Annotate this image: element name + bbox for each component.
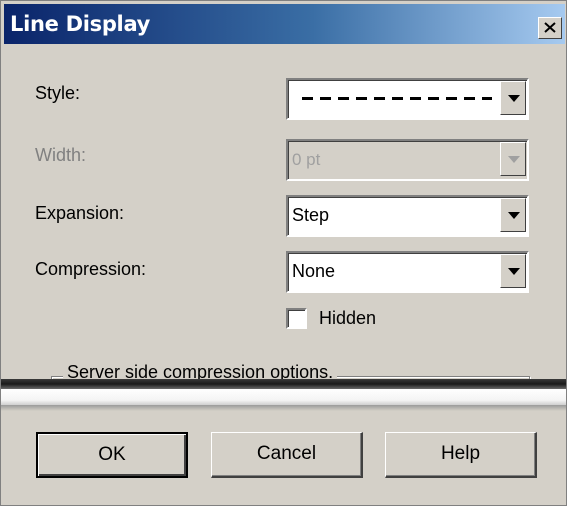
cut-separator-shadow (1, 405, 566, 411)
close-button[interactable] (538, 17, 562, 39)
style-label: Style: (35, 83, 81, 103)
close-icon (544, 22, 556, 33)
cancel-button[interactable]: Cancel (211, 432, 363, 478)
window-title: Line Display (10, 12, 151, 36)
cut-separator-dark (1, 379, 566, 389)
compression-select[interactable]: None (286, 251, 529, 293)
expansion-label: Expansion: (35, 203, 125, 223)
chevron-down-icon (508, 156, 520, 163)
width-value: 0 pt (292, 150, 321, 169)
expansion-value: Step (292, 205, 330, 225)
cut-separator-gap (1, 389, 566, 405)
expansion-dropdown-button[interactable] (500, 198, 526, 232)
compression-value: None (292, 261, 336, 281)
hidden-checkbox-label[interactable]: Hidden (319, 308, 376, 329)
ok-button[interactable]: OK (36, 432, 188, 478)
expansion-select[interactable]: Step (286, 195, 529, 237)
style-select[interactable] (286, 78, 529, 120)
chevron-down-icon (508, 212, 520, 219)
help-button[interactable]: Help (385, 432, 537, 478)
width-dropdown-button (500, 142, 526, 176)
chevron-down-icon (508, 268, 520, 275)
title-bar[interactable]: Line Display (4, 4, 565, 44)
hidden-checkbox[interactable] (286, 308, 307, 329)
line-display-dialog: Line Display Style: Width: 0 pt Expansio… (0, 0, 567, 506)
compression-dropdown-button[interactable] (500, 254, 526, 288)
width-label: Width: (35, 145, 87, 165)
compression-label: Compression: (35, 259, 147, 279)
style-dropdown-button[interactable] (500, 81, 526, 115)
width-select: 0 pt (286, 139, 529, 181)
chevron-down-icon (508, 95, 520, 102)
dashed-line-style-preview (302, 97, 492, 100)
